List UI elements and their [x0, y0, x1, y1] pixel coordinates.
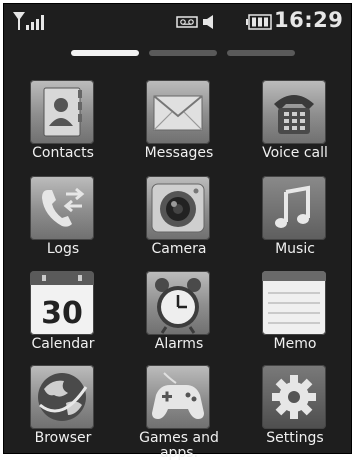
camera-icon — [151, 183, 205, 233]
page-indicator-1[interactable] — [71, 50, 139, 56]
app-settings[interactable]: Settings — [240, 365, 350, 457]
status-bar: 16:29 — [4, 4, 351, 38]
signal-icon — [13, 12, 44, 30]
app-voice-call[interactable]: Voice call — [240, 80, 350, 172]
app-alarms[interactable]: Alarms — [124, 271, 234, 363]
gear-icon — [272, 375, 316, 419]
app-music[interactable]: Music — [240, 176, 350, 268]
page-indicator-3[interactable] — [227, 50, 295, 56]
app-label: Music — [275, 241, 315, 257]
home-screen: 16:29 Contacts Messages Voice call Logs … — [3, 3, 352, 461]
contacts-icon — [43, 87, 82, 137]
music-note-icon — [275, 185, 310, 228]
alarm-clock-icon — [155, 278, 201, 334]
app-messages[interactable]: Messages — [124, 80, 234, 172]
app-label: Voice call — [262, 145, 328, 161]
app-label: Settings — [266, 430, 324, 446]
app-calendar[interactable]: 30 Calendar — [8, 271, 118, 363]
app-label: Messages — [144, 145, 214, 161]
telephone-icon — [274, 95, 314, 134]
app-games-and-apps[interactable]: Games and apps. — [124, 365, 234, 461]
app-camera[interactable]: Camera — [124, 176, 234, 268]
app-label: Camera — [151, 241, 207, 257]
calendar-icon: 30 — [30, 271, 94, 331]
calendar-day-number: 30 — [41, 296, 83, 331]
app-label: Logs — [46, 241, 80, 257]
app-label: Alarms — [154, 336, 204, 352]
app-label: Contacts — [32, 145, 94, 161]
gamepad-icon — [152, 372, 204, 419]
app-label: Games and apps. — [139, 430, 219, 461]
app-memo[interactable]: Memo — [240, 271, 350, 363]
clock-time: 16:29 — [274, 8, 344, 32]
call-log-icon — [42, 187, 85, 227]
app-contacts[interactable]: Contacts — [8, 80, 118, 172]
app-browser[interactable]: Browser — [8, 365, 118, 457]
voicemail-icon — [176, 16, 198, 28]
app-label: Calendar — [31, 336, 95, 352]
app-label: Browser — [34, 430, 92, 446]
envelope-icon — [153, 95, 203, 131]
globe-icon — [38, 373, 88, 421]
page-indicator-2[interactable] — [149, 50, 217, 56]
app-label: Memo — [273, 336, 317, 352]
app-logs[interactable]: Logs — [8, 176, 118, 268]
battery-icon — [246, 14, 272, 30]
speaker-icon — [203, 15, 213, 29]
memo-icon — [262, 271, 326, 324]
